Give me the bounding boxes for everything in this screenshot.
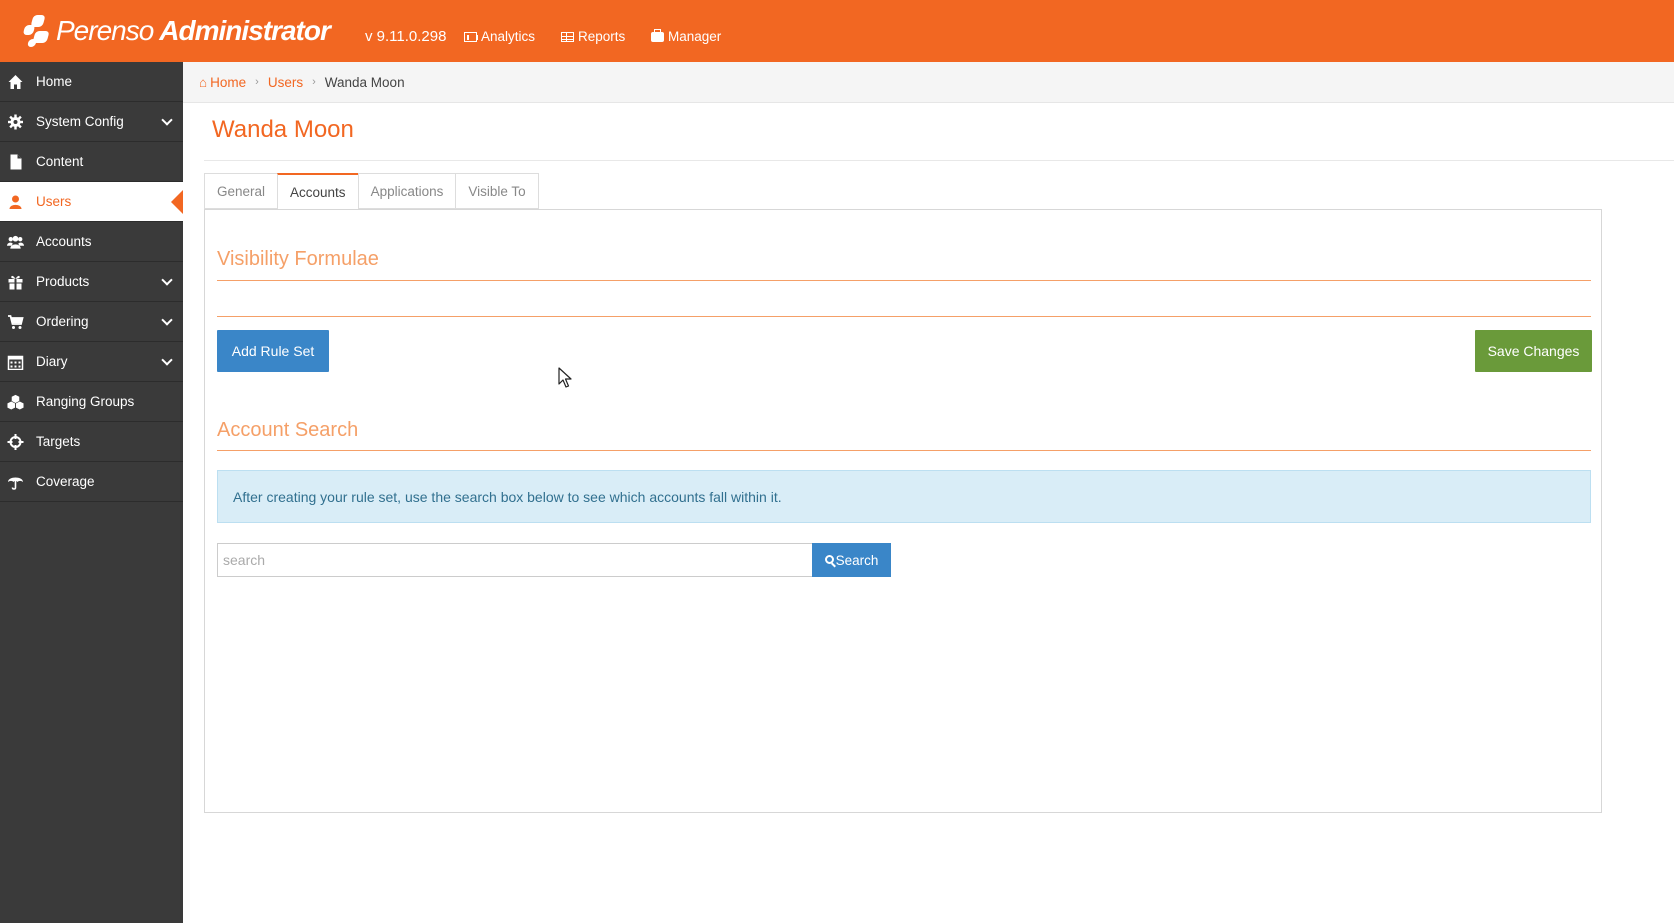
page-title: Wanda Moon bbox=[212, 116, 354, 143]
sidebar-item-label: Users bbox=[36, 194, 72, 209]
chevron-down-icon bbox=[161, 354, 173, 366]
gift-icon bbox=[8, 275, 23, 290]
tab-applications[interactable]: Applications bbox=[357, 173, 456, 209]
breadcrumb-home-label: Home bbox=[210, 74, 247, 90]
table-icon bbox=[561, 31, 574, 42]
breadcrumb-users[interactable]: Users bbox=[268, 75, 303, 90]
chevron-down-icon bbox=[161, 314, 173, 326]
tab-accounts[interactable]: Accounts bbox=[277, 173, 358, 210]
home-icon bbox=[8, 75, 23, 89]
sidebar-item-system-config[interactable]: System Config bbox=[0, 102, 183, 142]
sidebar-item-label: Coverage bbox=[36, 474, 95, 489]
sidebar-item-diary[interactable]: Diary bbox=[0, 342, 183, 382]
perenso-logo-icon bbox=[20, 13, 52, 49]
cart-icon bbox=[8, 315, 24, 329]
section-divider bbox=[217, 450, 1591, 451]
sidebar-item-label: Home bbox=[36, 74, 73, 89]
brand-logo-link[interactable]: Perenso Administrator bbox=[20, 8, 331, 54]
sidebar-item-label: Ordering bbox=[36, 314, 89, 329]
tab-bar: General Accounts Applications Visible To bbox=[204, 173, 539, 210]
gear-icon bbox=[8, 114, 23, 130]
sidebar-item-products[interactable]: Products bbox=[0, 262, 183, 302]
version-label: v 9.11.0.298 bbox=[365, 28, 447, 45]
sidebar-item-label: Diary bbox=[36, 354, 68, 369]
visibility-formulae-heading: Visibility Formulae bbox=[217, 248, 379, 270]
brand-name: Perenso Administrator bbox=[56, 15, 331, 47]
accounts-tab-panel: Visibility Formulae Add Rule Set Save Ch… bbox=[204, 209, 1602, 813]
sidebar-item-users[interactable]: Users bbox=[0, 182, 183, 222]
sidebar-item-targets[interactable]: Targets bbox=[0, 422, 183, 462]
sidebar-item-content[interactable]: Content bbox=[0, 142, 183, 182]
home-icon: ⌂ bbox=[199, 74, 208, 90]
cubes-icon bbox=[7, 394, 24, 410]
search-icon bbox=[824, 554, 834, 564]
topnav-manager-label: Manager bbox=[668, 29, 722, 44]
sidebar-item-label: Products bbox=[36, 274, 90, 289]
user-icon bbox=[9, 195, 22, 209]
search-button[interactable]: Search bbox=[812, 543, 891, 577]
sidebar-item-label: Content bbox=[36, 154, 84, 169]
mouse-cursor-icon bbox=[558, 367, 572, 388]
sidebar-item-label: Accounts bbox=[36, 234, 92, 249]
topnav-analytics[interactable]: Analytics bbox=[464, 29, 535, 44]
topnav-analytics-label: Analytics bbox=[481, 29, 536, 44]
sidebar: Home System Config Content Users Account… bbox=[0, 62, 183, 923]
breadcrumb-home[interactable]: ⌂ Home bbox=[199, 75, 246, 90]
calendar-icon bbox=[7, 355, 24, 370]
document-icon bbox=[10, 154, 22, 170]
crosshairs-icon bbox=[7, 434, 24, 450]
top-navbar: Perenso Administrator v 9.11.0.298 Analyt… bbox=[0, 0, 1674, 62]
sidebar-item-label: Targets bbox=[36, 434, 81, 449]
umbrella-icon bbox=[8, 477, 23, 490]
section-divider bbox=[217, 280, 1591, 281]
tab-visible-to[interactable]: Visible To bbox=[455, 173, 539, 209]
breadcrumb-separator-icon: › bbox=[312, 76, 316, 88]
account-search-heading: Account Search bbox=[217, 419, 359, 441]
chevron-down-icon bbox=[161, 114, 173, 126]
account-search-input[interactable] bbox=[217, 543, 812, 577]
title-divider bbox=[204, 160, 1674, 161]
analytics-icon bbox=[464, 31, 478, 42]
topnav-reports[interactable]: Reports bbox=[561, 29, 625, 44]
topnav-reports-label: Reports bbox=[578, 29, 626, 44]
sidebar-item-accounts[interactable]: Accounts bbox=[0, 222, 183, 262]
users-icon bbox=[7, 235, 24, 249]
breadcrumb-current: Wanda Moon bbox=[324, 74, 405, 90]
topnav-manager[interactable]: Manager bbox=[651, 28, 722, 44]
add-rule-set-button[interactable]: Add Rule Set bbox=[217, 330, 329, 372]
info-alert: After creating your rule set, use the se… bbox=[217, 470, 1591, 523]
briefcase-icon bbox=[651, 28, 664, 42]
sidebar-item-ordering[interactable]: Ordering bbox=[0, 302, 183, 342]
sidebar-item-ranging-groups[interactable]: Ranging Groups bbox=[0, 382, 183, 422]
brand-name-bold: Administrator bbox=[159, 15, 331, 46]
sidebar-item-home[interactable]: Home bbox=[0, 62, 183, 102]
save-changes-button[interactable]: Save Changes bbox=[1475, 330, 1592, 372]
breadcrumb-separator-icon: › bbox=[255, 76, 259, 88]
sidebar-item-label: System Config bbox=[36, 114, 124, 129]
info-alert-text: After creating your rule set, use the se… bbox=[233, 488, 782, 505]
tab-general[interactable]: General bbox=[204, 173, 278, 209]
chevron-down-icon bbox=[161, 274, 173, 286]
search-button-label: Search bbox=[835, 552, 879, 568]
sidebar-item-label: Ranging Groups bbox=[36, 394, 135, 409]
breadcrumb: ⌂ Home › Users › Wanda Moon bbox=[183, 62, 1674, 103]
rule-set-area bbox=[217, 316, 1591, 317]
brand-name-light: Perenso bbox=[56, 15, 154, 46]
sidebar-item-coverage[interactable]: Coverage bbox=[0, 462, 183, 502]
